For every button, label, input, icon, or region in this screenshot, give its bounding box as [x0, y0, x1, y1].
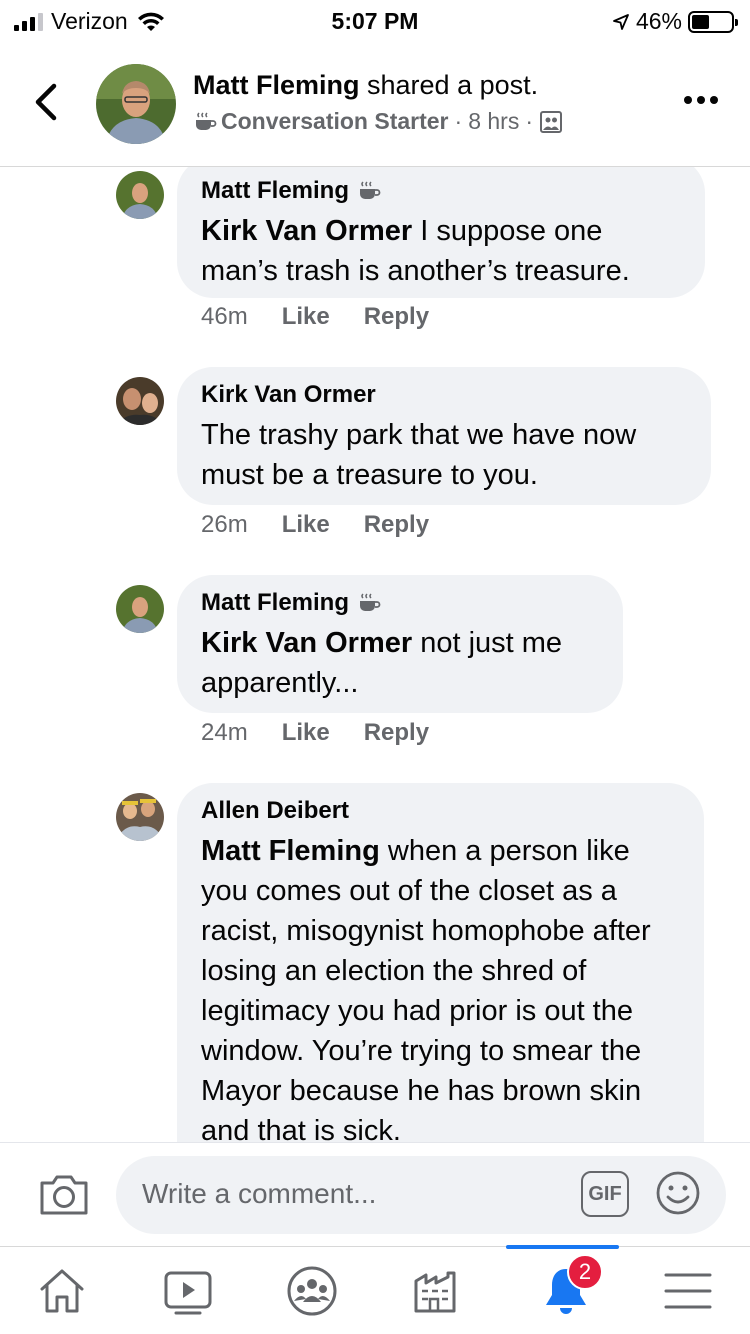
- comment-bubble: Kirk Van Ormer The trashy park that we h…: [177, 367, 711, 505]
- battery-percent: 46%: [635, 8, 682, 34]
- comment-bubble: Matt Fleming Kirk Van Ormer not just me …: [177, 575, 623, 713]
- separator: ·: [454, 108, 463, 134]
- comment-actions: 46m Like Reply: [201, 303, 429, 331]
- post-meta: Conversation Starter · 8 hrs ·: [193, 108, 563, 135]
- comment-bubble: Matt Fleming Kirk Van Ormer I suppose on…: [177, 167, 705, 298]
- comment-bubble: Allen Deibert Matt Fleming when a person…: [177, 783, 704, 1142]
- like-button[interactable]: Like: [282, 719, 330, 747]
- comments-list: Matt Fleming Kirk Van Ormer I suppose on…: [0, 167, 750, 1142]
- author-name[interactable]: Matt Fleming: [193, 70, 360, 100]
- status-bar: Verizon 5:07 PM 46%: [0, 0, 750, 40]
- coffee-cup-icon: [360, 593, 381, 611]
- gif-button[interactable]: GIF: [581, 1171, 629, 1217]
- groups-icon[interactable]: [286, 1265, 338, 1317]
- author-avatar[interactable]: [96, 64, 176, 144]
- like-button[interactable]: Like: [282, 303, 330, 331]
- comment-composer: Write a comment... GIF: [0, 1142, 750, 1246]
- comment-author[interactable]: Kirk Van Ormer: [201, 381, 376, 409]
- comment-text: Kirk Van Ormer I suppose one man’s trash…: [201, 211, 681, 291]
- reply-button[interactable]: Reply: [364, 511, 429, 539]
- back-button[interactable]: [30, 82, 64, 122]
- like-button[interactable]: Like: [282, 511, 330, 539]
- separator: ·: [525, 108, 533, 134]
- active-tab-indicator: [506, 1245, 619, 1249]
- commenter-avatar[interactable]: [116, 793, 164, 841]
- comment-body: when a person like you comes out of the …: [201, 835, 651, 1142]
- privacy-icon: [540, 110, 562, 133]
- comment-actions: 26m Like Reply: [201, 511, 429, 539]
- comment-time: 24m: [201, 719, 248, 746]
- coffee-cup-icon: [360, 181, 381, 199]
- reply-button[interactable]: Reply: [364, 303, 429, 331]
- commenter-avatar[interactable]: [116, 171, 164, 219]
- commenter-avatar[interactable]: [116, 585, 164, 633]
- emoji-icon[interactable]: [655, 1170, 701, 1216]
- notification-count-badge: 2: [567, 1254, 603, 1290]
- comment-text: Kirk Van Ormer not just me apparently...: [201, 623, 599, 703]
- comment-placeholder: Write a comment...: [142, 1178, 377, 1209]
- menu-icon[interactable]: [662, 1265, 714, 1317]
- comment-actions: 24m Like Reply: [201, 719, 429, 747]
- comment-body: The trashy park that we have now must be…: [201, 419, 637, 491]
- post-title: Matt Fleming shared a post.: [193, 70, 538, 101]
- post-time: 8 hrs: [468, 108, 520, 134]
- coffee-cup-icon: [196, 111, 217, 130]
- marketplace-icon[interactable]: [412, 1265, 464, 1317]
- comment-author[interactable]: Matt Fleming: [201, 589, 349, 617]
- watch-icon[interactable]: [162, 1265, 214, 1317]
- more-options-button[interactable]: [684, 96, 718, 104]
- location-arrow-icon: [613, 13, 629, 30]
- conversation-starter-badge: Conversation Starter: [221, 108, 449, 134]
- home-icon[interactable]: [36, 1265, 88, 1317]
- bottom-tab-bar: 2: [0, 1245, 750, 1334]
- mention[interactable]: Matt Fleming: [201, 835, 380, 867]
- comment-text: The trashy park that we have now must be…: [201, 415, 687, 495]
- battery-icon: [688, 10, 738, 33]
- comment-time: 26m: [201, 511, 248, 538]
- commenter-avatar[interactable]: [116, 377, 164, 425]
- post-header: Matt Fleming shared a post. Conversation…: [0, 40, 750, 167]
- comment-text: Matt Fleming when a person like you come…: [201, 831, 680, 1142]
- comment-author[interactable]: Matt Fleming: [201, 177, 349, 205]
- comment-time: 46m: [201, 303, 248, 330]
- share-action: shared a post.: [367, 70, 539, 100]
- reply-button[interactable]: Reply: [364, 719, 429, 747]
- mention[interactable]: Kirk Van Ormer: [201, 627, 412, 659]
- comment-author[interactable]: Allen Deibert: [201, 797, 349, 825]
- mention[interactable]: Kirk Van Ormer: [201, 215, 412, 247]
- camera-icon[interactable]: [38, 1171, 90, 1219]
